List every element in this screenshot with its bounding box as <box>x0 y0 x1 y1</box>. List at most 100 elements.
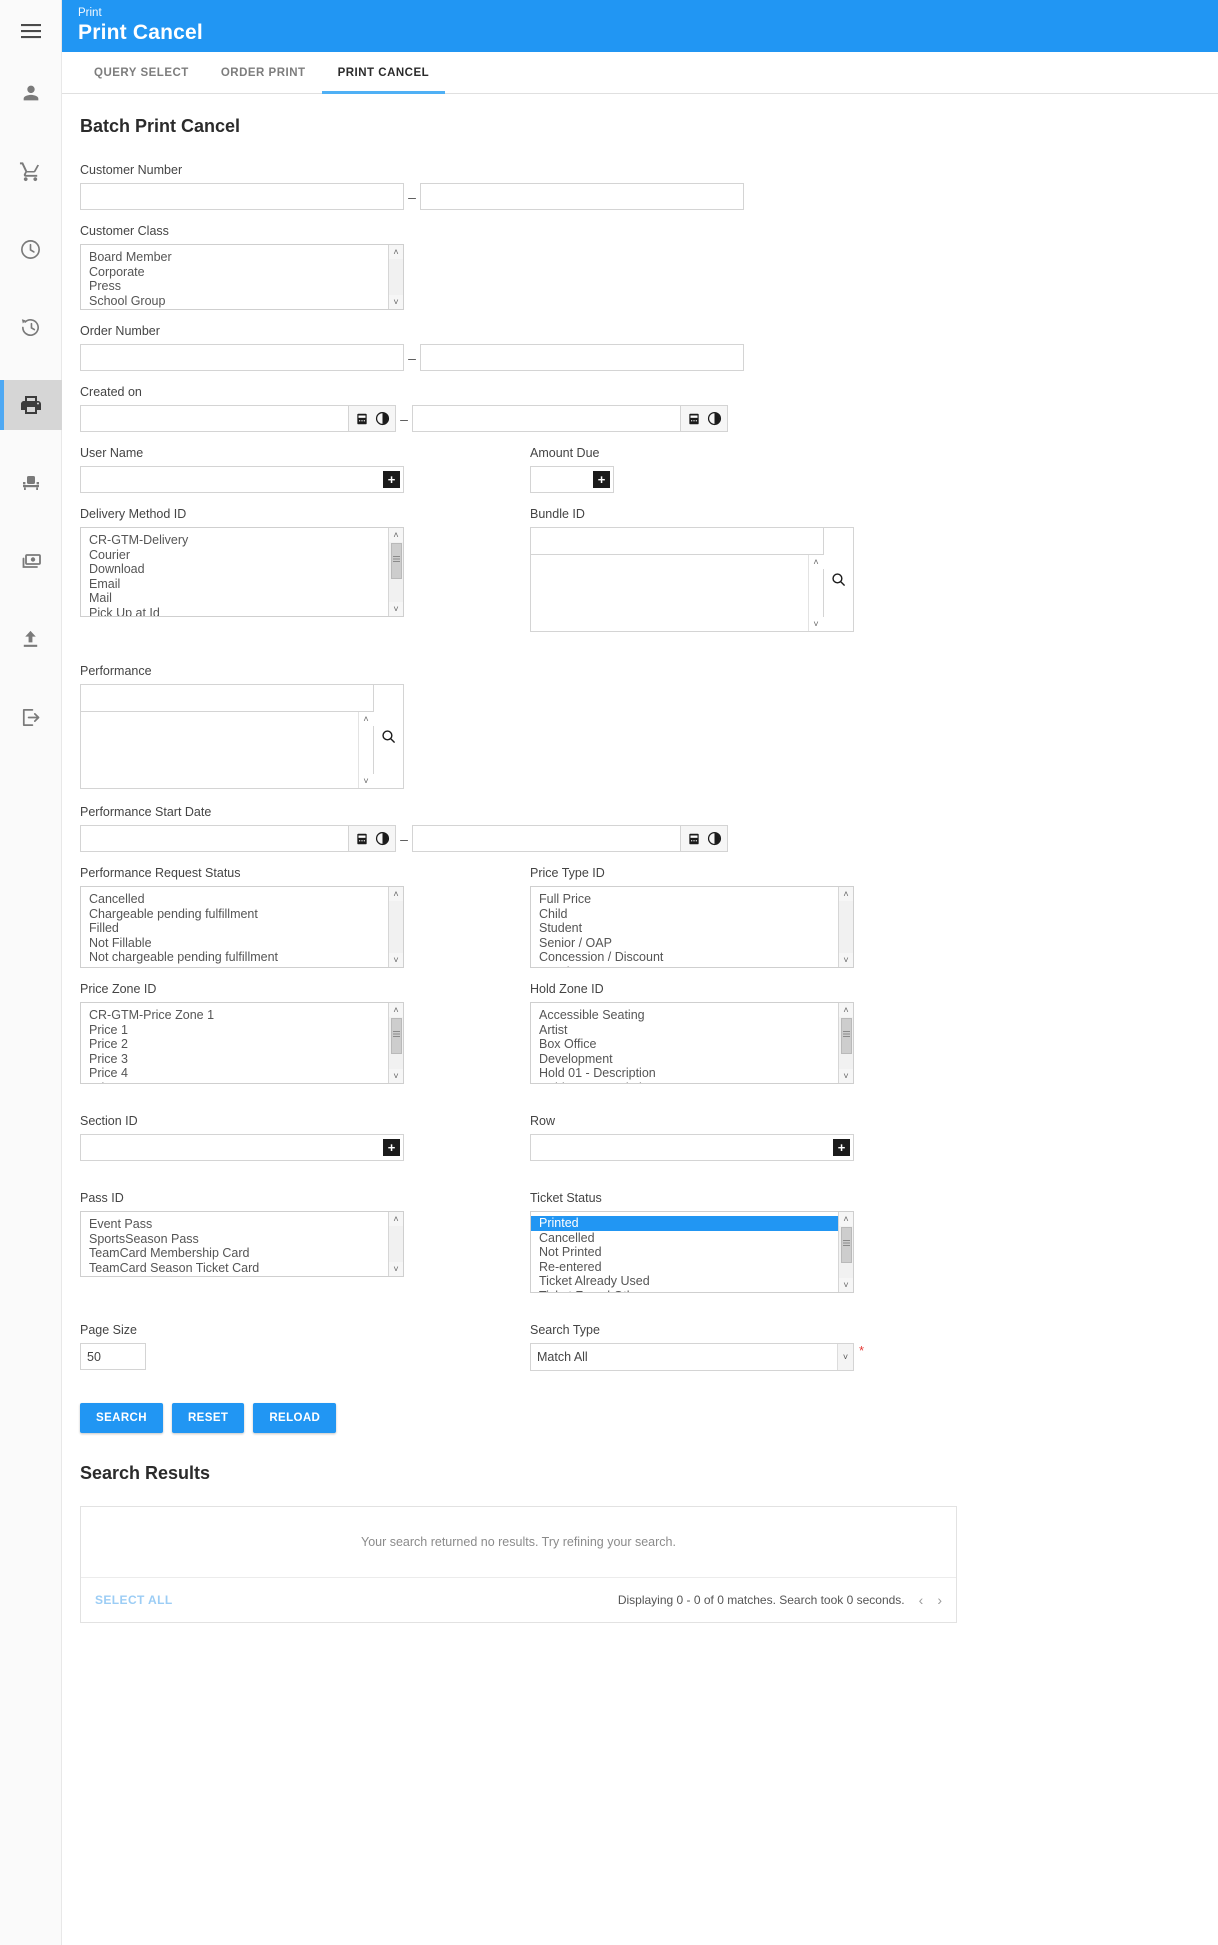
add-section-id-icon[interactable]: + <box>383 1139 400 1156</box>
list-item[interactable]: Courier <box>81 548 403 563</box>
ticket-status-listbox[interactable]: Printed Cancelled Not Printed Re-entered… <box>530 1211 854 1293</box>
list-item[interactable]: Child <box>531 907 853 922</box>
scroll-up-icon[interactable]: ˄ <box>838 1003 853 1017</box>
order-number-from-input[interactable] <box>80 344 404 371</box>
list-item[interactable]: Board Member <box>81 250 403 265</box>
scroll-up-icon[interactable]: ˄ <box>838 1212 853 1226</box>
section-id-input[interactable] <box>80 1134 404 1161</box>
scrollbar[interactable]: ˄ ˅ <box>838 1212 853 1292</box>
performance-start-date-to-input[interactable] <box>412 825 680 852</box>
sidebar-item-history[interactable] <box>0 302 62 352</box>
add-user-name-icon[interactable]: + <box>383 471 400 488</box>
customer-class-listbox[interactable]: Board Member Corporate Press School Grou… <box>80 244 404 310</box>
calendar-icon[interactable] <box>354 831 370 847</box>
clock-icon[interactable] <box>706 831 722 847</box>
scroll-down-icon[interactable]: ˅ <box>838 1069 853 1083</box>
list-item[interactable]: Price 1 <box>81 1023 403 1038</box>
list-item[interactable]: Price 5 <box>81 1081 403 1083</box>
scroll-down-icon[interactable]: ˅ <box>388 953 403 967</box>
clock-icon[interactable] <box>374 411 390 427</box>
performance-selected-list[interactable]: ˄ ˅ <box>80 711 374 789</box>
scroll-up-icon[interactable]: ˄ <box>808 555 824 569</box>
sidebar-item-upload[interactable] <box>0 614 62 664</box>
list-item[interactable]: Ticket Faxed Other <box>531 1289 853 1292</box>
list-item[interactable]: Artist <box>531 1023 853 1038</box>
bundle-id-search-button[interactable] <box>824 527 854 632</box>
bundle-id-input[interactable] <box>530 527 824 554</box>
list-item[interactable]: CR-GTM-Delivery <box>81 533 403 548</box>
calendar-icon[interactable] <box>686 411 702 427</box>
pass-id-listbox[interactable]: Event Pass SportsSeason Pass TeamCard Me… <box>80 1211 404 1277</box>
scroll-up-icon[interactable]: ˄ <box>388 245 403 259</box>
created-on-to-input[interactable] <box>412 405 680 432</box>
bundle-id-selected-list[interactable]: ˄ ˅ <box>530 554 824 632</box>
performance-request-status-listbox[interactable]: Cancelled Chargeable pending fulfillment… <box>80 886 404 968</box>
scroll-down-icon[interactable]: ˅ <box>838 953 853 967</box>
list-item[interactable]: SportsSeason Pass <box>81 1232 403 1247</box>
sidebar-item-seating[interactable] <box>0 458 62 508</box>
search-type-select[interactable]: Match All Match Any <box>530 1343 854 1371</box>
hold-zone-listbox[interactable]: Accessible Seating Artist Box Office Dev… <box>530 1002 854 1084</box>
delivery-method-listbox[interactable]: CR-GTM-Delivery Courier Download Email M… <box>80 527 404 617</box>
scrollbar[interactable]: ˄ ˅ <box>808 555 824 631</box>
list-item[interactable]: Not Printed <box>531 1245 853 1260</box>
scrollbar[interactable]: ˄ ˅ <box>838 887 853 967</box>
sidebar-item-payments[interactable] <box>0 536 62 586</box>
list-item[interactable]: Event Pass <box>81 1217 403 1232</box>
sidebar-item-customers[interactable] <box>0 68 62 118</box>
sidebar-item-logout[interactable] <box>0 692 62 742</box>
list-item[interactable]: Price 3 <box>81 1052 403 1067</box>
search-button[interactable]: SEARCH <box>80 1403 163 1433</box>
scroll-down-icon[interactable]: ˅ <box>388 1069 403 1083</box>
list-item-selected[interactable]: Printed <box>531 1216 853 1231</box>
scroll-up-icon[interactable]: ˄ <box>388 887 403 901</box>
list-item[interactable]: Price 2 <box>81 1037 403 1052</box>
scroll-down-icon[interactable]: ˅ <box>358 774 374 788</box>
calendar-icon[interactable] <box>354 411 370 427</box>
sidebar-item-cart[interactable] <box>0 146 62 196</box>
reload-button[interactable]: RELOAD <box>253 1403 337 1433</box>
scroll-up-icon[interactable]: ˄ <box>388 1212 403 1226</box>
list-item[interactable]: Senior / OAP <box>531 936 853 951</box>
row-input[interactable] <box>530 1134 854 1161</box>
scroll-up-icon[interactable]: ˄ <box>838 887 853 901</box>
page-size-input[interactable] <box>80 1343 146 1370</box>
list-item[interactable]: Pick Up at Id <box>81 606 403 616</box>
scrollbar[interactable]: ˄ ˅ <box>388 245 403 309</box>
list-item[interactable]: Filled <box>81 921 403 936</box>
add-row-icon[interactable]: + <box>833 1139 850 1156</box>
scroll-up-icon[interactable]: ˄ <box>388 1003 403 1017</box>
scroll-down-icon[interactable]: ˅ <box>388 602 403 616</box>
list-item[interactable]: Price 4 <box>81 1066 403 1081</box>
list-item[interactable]: Cancelled <box>81 892 403 907</box>
list-item[interactable]: Accessible Seating <box>531 1008 853 1023</box>
list-item[interactable]: Press <box>81 279 403 294</box>
list-item[interactable]: Member <box>531 965 853 967</box>
list-item[interactable]: Full Price <box>531 892 853 907</box>
list-item[interactable]: Re-entered <box>531 1260 853 1275</box>
performance-start-date-from-input[interactable] <box>80 825 348 852</box>
customer-number-from-input[interactable] <box>80 183 404 210</box>
clock-icon[interactable] <box>374 831 390 847</box>
list-item[interactable]: Ticket Already Used <box>531 1274 853 1289</box>
performance-search-button[interactable] <box>374 684 404 789</box>
performance-input[interactable] <box>80 684 374 711</box>
reset-button[interactable]: RESET <box>171 1403 245 1433</box>
scrollbar[interactable]: ˄ ˅ <box>358 712 374 788</box>
list-item[interactable]: Mail <box>81 591 403 606</box>
list-item[interactable]: Not Fillable <box>81 936 403 951</box>
list-item[interactable]: Cancelled <box>531 1231 853 1246</box>
scroll-down-icon[interactable]: ˅ <box>388 295 403 309</box>
next-page-button[interactable]: › <box>937 1592 942 1608</box>
scroll-up-icon[interactable]: ˄ <box>358 712 374 726</box>
customer-number-to-input[interactable] <box>420 183 744 210</box>
scroll-up-icon[interactable]: ˄ <box>388 528 403 542</box>
menu-icon[interactable] <box>0 6 62 56</box>
scrollbar[interactable]: ˄ ˅ <box>388 528 403 616</box>
scroll-down-icon[interactable]: ˅ <box>388 1262 403 1276</box>
list-item[interactable]: Hold 01 - Description <box>531 1066 853 1081</box>
list-item[interactable]: Download <box>81 562 403 577</box>
price-type-listbox[interactable]: Full Price Child Student Senior / OAP Co… <box>530 886 854 968</box>
clock-icon[interactable] <box>706 411 722 427</box>
sidebar-item-print[interactable] <box>0 380 62 430</box>
